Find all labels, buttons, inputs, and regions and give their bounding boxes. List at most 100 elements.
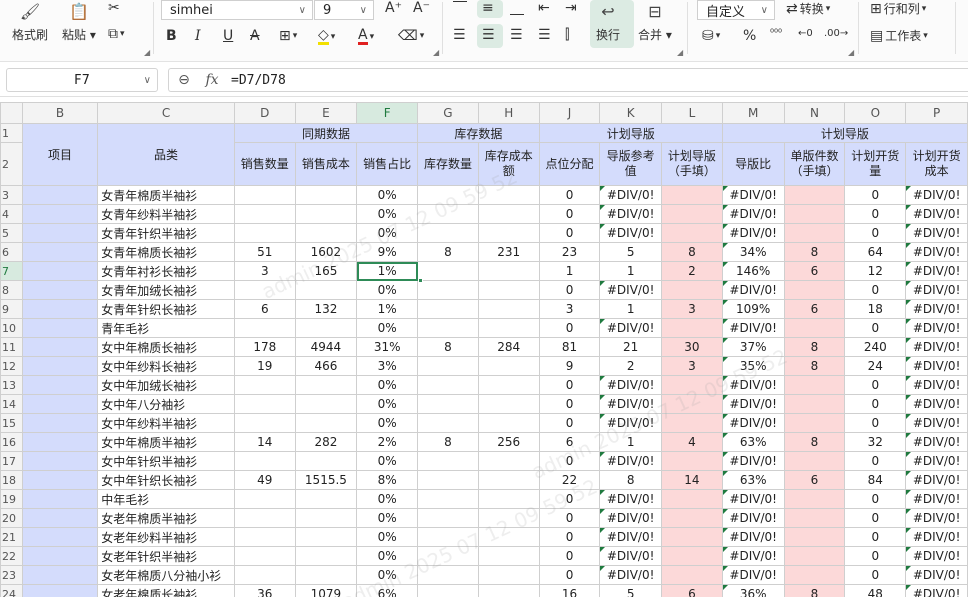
decrease-decimal-button[interactable]: .00→ [824,28,848,39]
cell-plan-open-qty[interactable]: 0 [844,413,907,433]
cell-sales-ratio[interactable]: 0% [356,451,419,471]
increase-decimal-button[interactable]: ←0 [798,28,813,39]
align-left-button[interactable]: ☰ [453,27,466,43]
cell-slot-alloc[interactable]: 16 [538,584,601,597]
cell-sales-qty[interactable] [233,451,296,471]
column-header-g[interactable]: G [417,102,479,124]
cell-stock-qty[interactable] [417,470,479,490]
cell-stock-cost[interactable] [477,565,540,585]
cell-slot-alloc[interactable]: 6 [538,432,601,452]
cell-category[interactable]: 女青年加绒长袖衫 [97,280,235,300]
cell-guide-ref[interactable]: #DIV/0! [599,508,662,528]
cell-stock-cost[interactable] [477,394,540,414]
cell-guide-manual[interactable] [660,546,723,566]
cell-guide-manual[interactable] [660,451,723,471]
cell-plan-open-qty[interactable]: 48 [844,584,907,597]
cell-guide-ratio[interactable]: 34% [721,242,785,262]
cell-sales-cost[interactable] [294,546,358,566]
cell-item[interactable] [21,280,99,300]
cell-plan-open-cost[interactable]: #DIV/0! [905,337,968,357]
cell-stock-cost[interactable] [477,413,540,433]
number-launcher-icon[interactable]: ◢ [848,48,854,57]
row-header[interactable]: 11 [0,337,23,357]
row-header[interactable]: 19 [0,489,23,509]
cell-plan-open-qty[interactable]: 12 [844,261,907,281]
font-launcher-icon[interactable]: ◢ [433,48,439,57]
cell-slot-alloc[interactable]: 0 [538,185,601,205]
cell-stock-cost[interactable] [477,375,540,395]
cell-sales-cost[interactable]: 4944 [294,337,358,357]
cell-unit-qty[interactable] [783,565,846,585]
cell-sales-qty[interactable] [233,375,296,395]
row-header[interactable]: 18 [0,470,23,490]
cell-slot-alloc[interactable]: 1 [538,261,601,281]
cell-stock-qty[interactable] [417,565,479,585]
column-header-e[interactable]: E [294,102,358,124]
cell-unit-qty[interactable] [783,375,846,395]
cell-sales-ratio[interactable]: 0% [356,204,419,224]
cell-sales-qty[interactable]: 49 [233,470,296,490]
cell-guide-ratio[interactable]: #DIV/0! [721,527,785,547]
cell-item[interactable] [21,565,99,585]
cell-sales-ratio[interactable]: 0% [356,318,419,338]
cell-guide-ratio[interactable]: 35% [721,356,785,376]
cell-sales-cost[interactable] [294,375,358,395]
cell-stock-qty[interactable] [417,204,479,224]
cell-stock-qty[interactable] [417,546,479,566]
row-header[interactable]: 22 [0,546,23,566]
cell-plan-open-qty[interactable]: 0 [844,204,907,224]
cell-sales-qty[interactable]: 51 [233,242,296,262]
cell-guide-ratio[interactable]: #DIV/0! [721,489,785,509]
cell-unit-qty[interactable] [783,394,846,414]
cell-guide-manual[interactable] [660,185,723,205]
cut-button[interactable]: ✂ [108,0,120,16]
cell-guide-ratio[interactable]: 109% [721,299,785,319]
cell-guide-ref[interactable]: #DIV/0! [599,394,662,414]
cell-slot-alloc[interactable]: 22 [538,470,601,490]
cell-slot-alloc[interactable]: 0 [538,394,601,414]
cell-category[interactable]: 女中年棉质长袖衫 [97,337,235,357]
cell-sales-ratio[interactable]: 0% [356,508,419,528]
cell-guide-manual[interactable]: 2 [660,261,723,281]
align-middle-button[interactable]: ≡ [482,0,494,16]
cell-guide-ratio[interactable]: #DIV/0! [721,451,785,471]
row-header[interactable]: 8 [0,280,23,300]
cell-plan-open-cost[interactable]: #DIV/0! [905,508,968,528]
fill-color-button[interactable]: ◇ ▾ [318,28,335,45]
cell-sales-cost[interactable]: 165 [294,261,358,281]
cell-plan-open-cost[interactable]: #DIV/0! [905,185,968,205]
cell-unit-qty[interactable] [783,546,846,566]
cell-sales-ratio[interactable]: 6% [356,584,419,597]
cell-guide-manual[interactable]: 3 [660,356,723,376]
row-header[interactable]: 6 [0,242,23,262]
cell-sales-qty[interactable]: 14 [233,432,296,452]
cell-category[interactable]: 女青年棉质半袖衫 [97,185,235,205]
cell-stock-qty[interactable] [417,489,479,509]
cell-plan-open-qty[interactable]: 84 [844,470,907,490]
cell-plan-open-qty[interactable]: 0 [844,223,907,243]
cell-item[interactable] [21,299,99,319]
align-center-button[interactable]: ☰ [482,27,495,43]
cell-plan-open-qty[interactable]: 32 [844,432,907,452]
cell-item[interactable] [21,413,99,433]
column-header-l[interactable]: L [660,102,723,124]
row-header[interactable]: 3 [0,185,23,205]
row-header[interactable]: 15 [0,413,23,433]
number-format-select[interactable]: 自定义 ∨ [697,0,775,20]
cell-sales-qty[interactable] [233,223,296,243]
cell-category[interactable]: 女老年棉质八分袖小衫 [97,565,235,585]
cell-stock-qty[interactable] [417,318,479,338]
cell-sales-cost[interactable] [294,489,358,509]
rows-cols-button[interactable]: ⊞ 行和列 ▾ [870,0,926,17]
cell-sales-ratio[interactable]: 0% [356,375,419,395]
cell-stock-cost[interactable] [477,470,540,490]
cell-sales-ratio[interactable]: 1% [356,261,419,281]
cell-plan-open-qty[interactable]: 0 [844,318,907,338]
cell-unit-qty[interactable]: 6 [783,470,846,490]
row-header[interactable]: 9 [0,299,23,319]
cell-guide-ref[interactable]: 1 [599,432,662,452]
distributed-button[interactable]: ⫿ [565,27,569,43]
cell-sales-ratio[interactable]: 0% [356,527,419,547]
cell-slot-alloc[interactable]: 81 [538,337,601,357]
cell-guide-ref[interactable]: 1 [599,299,662,319]
